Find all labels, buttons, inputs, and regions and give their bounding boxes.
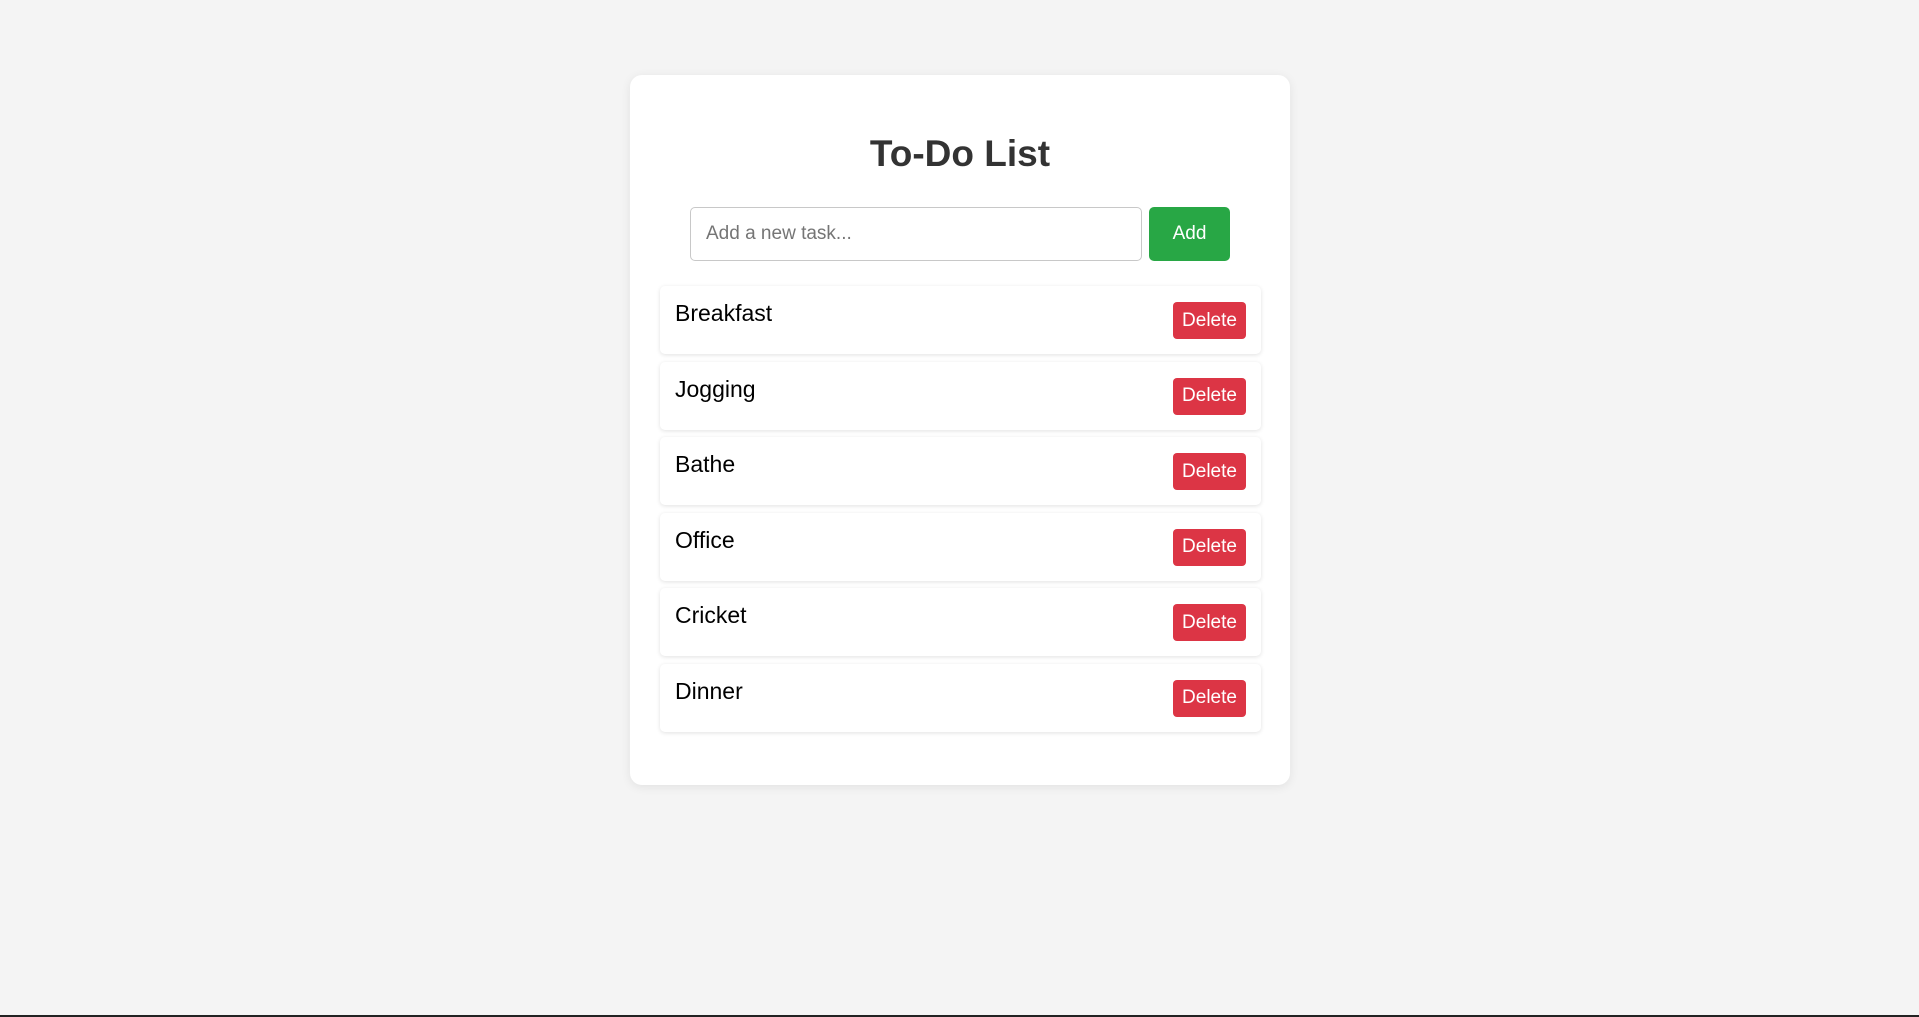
task-text: Cricket (675, 602, 747, 629)
delete-task-button[interactable]: Delete (1173, 453, 1246, 491)
delete-task-button[interactable]: Delete (1173, 377, 1246, 415)
task-text: Bathe (675, 451, 736, 478)
task-list: Breakfast Delete Jogging Delete Bathe De… (660, 286, 1261, 740)
task-item: Cricket Delete (660, 588, 1261, 657)
task-text: Jogging (675, 375, 756, 402)
task-item: Dinner Delete (660, 663, 1261, 732)
page-title: To-Do List (869, 133, 1051, 174)
delete-task-button[interactable]: Delete (1173, 679, 1246, 717)
task-item: Jogging Delete (660, 361, 1261, 430)
task-text: Dinner (675, 677, 743, 704)
todo-card: To-Do List Add Breakfast Delete Jogging … (630, 75, 1290, 785)
task-item: Breakfast Delete (660, 286, 1261, 354)
task-text: Office (675, 526, 735, 553)
delete-task-button[interactable]: Delete (1173, 302, 1246, 339)
new-task-form: Add (690, 207, 1230, 263)
new-task-input[interactable] (690, 207, 1142, 261)
task-text: Breakfast (675, 300, 773, 326)
add-task-button[interactable]: Add (1149, 207, 1230, 261)
task-item: Office Delete (660, 512, 1261, 581)
task-item: Bathe Delete (660, 437, 1261, 506)
delete-task-button[interactable]: Delete (1173, 604, 1246, 642)
delete-task-button[interactable]: Delete (1173, 528, 1246, 566)
